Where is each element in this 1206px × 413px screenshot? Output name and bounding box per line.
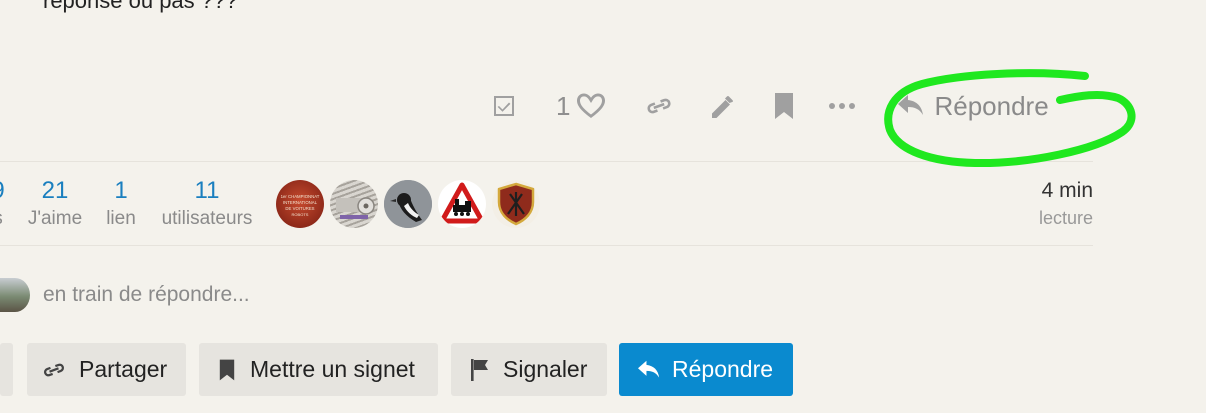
shield-icon (497, 182, 535, 226)
heart-icon (577, 93, 606, 118)
bookmark-topic-label: Mettre un signet (250, 356, 415, 382)
more-button[interactable] (828, 84, 856, 128)
copy-link-button[interactable] (644, 84, 674, 128)
read-time-label: lecture (1038, 208, 1093, 228)
stat-likes-count: 21 (41, 177, 69, 204)
stat-links[interactable]: 1 lien (101, 178, 141, 232)
link-icon (647, 98, 671, 114)
reply-topic-button[interactable]: Répondre (619, 343, 793, 396)
like-count: 1 (556, 90, 571, 121)
share-button[interactable]: Partager (27, 343, 186, 396)
checkbox-icon (494, 96, 514, 116)
mechanical-part-icon (336, 197, 375, 219)
flag-button[interactable]: Signaler (451, 343, 607, 396)
ellipsis-icon (829, 103, 856, 109)
link-icon (43, 363, 65, 376)
stat-users-count: 11 (194, 177, 220, 204)
reply-post-button[interactable]: Répondre (896, 84, 1049, 128)
pencil-icon (712, 96, 734, 118)
read-time-value: 4 min (1041, 179, 1093, 202)
reply-icon (898, 95, 924, 115)
typing-user-avatar[interactable] (0, 278, 30, 312)
stat-replies[interactable]: 9 s (0, 178, 8, 232)
typing-text: en train de répondre... (43, 283, 250, 306)
svg-text:1er CHAMPIONNAT: 1er CHAMPIONNAT (281, 194, 320, 199)
reply-post-label: Répondre (934, 90, 1049, 121)
bookmark-button[interactable] (772, 84, 796, 128)
avatar[interactable] (384, 180, 432, 228)
solution-button[interactable] (484, 84, 524, 128)
avatar[interactable] (438, 180, 486, 228)
stat-users-label: utilisateurs (161, 208, 253, 229)
stat-replies-label: s (0, 206, 8, 232)
read-time: 4 min lecture (1039, 178, 1093, 230)
svg-text:INTERNATIONAL: INTERNATIONAL (283, 200, 318, 205)
post-text: réponse ou pas ??? (43, 0, 238, 13)
divider-top (0, 161, 1093, 162)
bookmark-icon (775, 93, 794, 119)
svg-text:ROBOTS: ROBOTS (292, 212, 309, 217)
reply-icon (638, 360, 660, 378)
avatar[interactable] (492, 180, 540, 228)
like-button[interactable]: 1 (556, 84, 606, 128)
post-actions: 1 Répondre (484, 84, 1049, 128)
stat-links-count: 1 (114, 177, 128, 204)
championship-badge-icon: 1er CHAMPIONNAT INTERNATIONAL DE VOITURE… (281, 194, 320, 217)
bookmark-icon (219, 359, 235, 380)
stat-users[interactable]: 11 utilisateurs (155, 178, 259, 232)
divider-bottom (0, 245, 1093, 246)
avatar[interactable] (330, 180, 378, 228)
stat-likes-label: J'aime (27, 208, 83, 229)
participant-avatars: 1er CHAMPIONNAT INTERNATIONAL DE VOITURE… (276, 180, 540, 228)
svg-text:DE VOITURES: DE VOITURES (285, 206, 314, 211)
stat-links-label: lien (106, 208, 136, 229)
stat-likes[interactable]: 21 J'aime (22, 178, 88, 232)
typing-indicator: en train de répondre... (0, 278, 250, 312)
stat-replies-count: 9 (0, 178, 8, 204)
previous-button[interactable] (0, 343, 13, 396)
flag-label: Signaler (503, 356, 588, 382)
reply-topic-label: Répondre (672, 356, 774, 382)
magpie-bird-icon (384, 180, 432, 228)
bookmark-topic-button[interactable]: Mettre un signet (199, 343, 438, 396)
train-crossing-sign-icon (439, 182, 485, 224)
edit-button[interactable] (708, 84, 738, 128)
flag-icon (471, 358, 488, 381)
share-label: Partager (79, 356, 168, 382)
avatar[interactable]: 1er CHAMPIONNAT INTERNATIONAL DE VOITURE… (276, 180, 324, 228)
